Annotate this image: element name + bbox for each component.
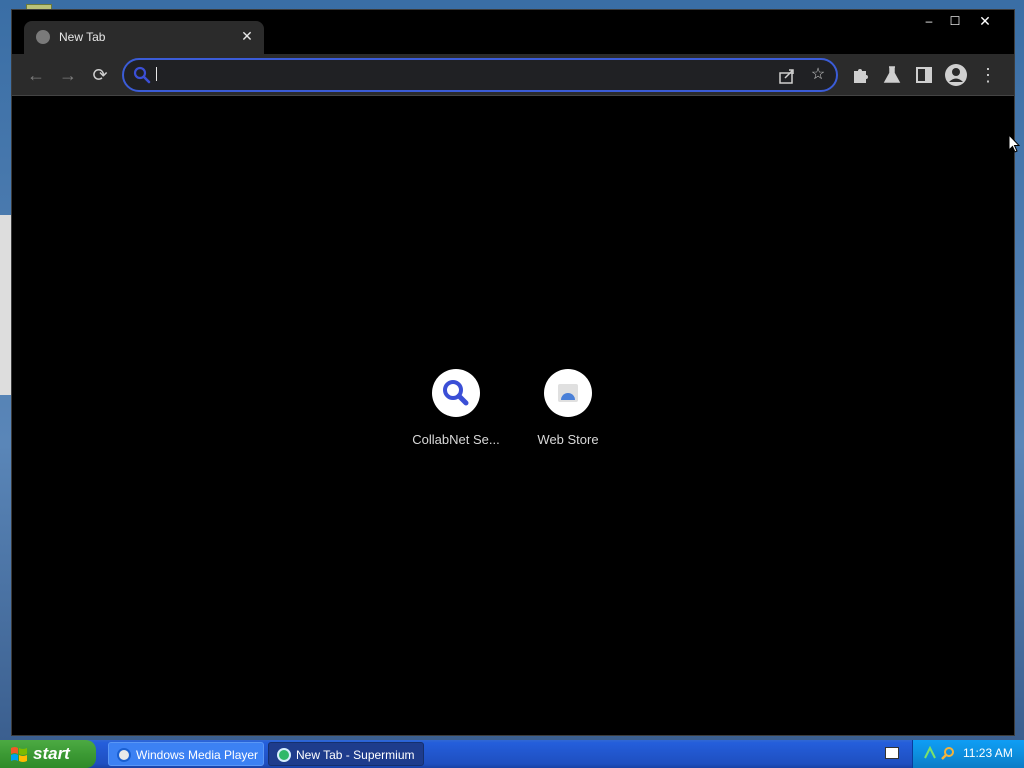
start-label: start bbox=[33, 744, 70, 763]
minimize-button[interactable]: – bbox=[916, 12, 942, 30]
close-window-button[interactable]: ✕ bbox=[972, 12, 998, 30]
tab-title: New Tab bbox=[59, 30, 106, 44]
mouse-cursor-icon bbox=[1008, 134, 1020, 153]
forward-button[interactable]: → bbox=[56, 63, 80, 87]
windows-flag-icon bbox=[11, 747, 27, 762]
shortcut-label: CollabNet Se... bbox=[412, 432, 500, 447]
media-player-icon bbox=[117, 748, 131, 762]
share-icon[interactable] bbox=[778, 67, 796, 85]
tab-new-tab[interactable]: New Tab ✕ bbox=[24, 21, 264, 55]
bookmark-star-icon[interactable]: ☆ bbox=[808, 65, 828, 85]
browser-toolbar: ← → ⟳ ☆ ⋮ bbox=[12, 54, 1014, 96]
taskbar-item-label: Windows Media Player bbox=[136, 748, 259, 762]
text-caret bbox=[156, 67, 157, 81]
back-button[interactable]: ← bbox=[24, 63, 48, 87]
keyboard-layout-icon[interactable] bbox=[885, 747, 899, 759]
tab-close-button[interactable]: ✕ bbox=[238, 27, 256, 45]
shortcut-label: Web Store bbox=[537, 432, 599, 447]
search-icon bbox=[443, 380, 469, 406]
browser-window: New Tab ✕ – ☐ ✕ ← → ⟳ ☆ ⋮ CollabNet Se..… bbox=[11, 9, 1015, 736]
labs-flask-icon[interactable] bbox=[880, 63, 904, 87]
shortcut-tile-web-store[interactable]: Web Store bbox=[512, 369, 624, 465]
taskbar: start Windows Media Player New Tab - Sup… bbox=[0, 740, 1024, 768]
side-panel-icon[interactable] bbox=[912, 63, 936, 87]
title-bar: New Tab ✕ – ☐ ✕ bbox=[12, 10, 1014, 55]
clock: 11:23 AM bbox=[963, 746, 1013, 760]
system-tray: 11:23 AM bbox=[885, 740, 1024, 768]
start-button[interactable]: start bbox=[0, 740, 96, 768]
shortcut-icon-wrapper bbox=[432, 369, 480, 417]
new-tab-page: CollabNet Se... Web Store bbox=[12, 97, 1014, 735]
network-icon[interactable] bbox=[923, 746, 937, 760]
taskbar-item-browser[interactable]: New Tab - Supermium bbox=[268, 742, 424, 766]
extensions-icon[interactable] bbox=[848, 63, 872, 87]
webstore-icon bbox=[558, 384, 578, 402]
shortcut-icon-wrapper bbox=[544, 369, 592, 417]
menu-kebab-icon[interactable]: ⋮ bbox=[976, 63, 1000, 87]
address-input[interactable] bbox=[154, 65, 774, 85]
reload-button[interactable]: ⟳ bbox=[88, 63, 112, 87]
taskbar-item-label: New Tab - Supermium bbox=[296, 748, 415, 762]
shortcut-tile-collabnet[interactable]: CollabNet Se... bbox=[400, 369, 512, 465]
browser-icon bbox=[277, 748, 291, 762]
globe-icon bbox=[36, 30, 50, 44]
address-bar[interactable]: ☆ bbox=[122, 58, 838, 92]
taskbar-item-media-player[interactable]: Windows Media Player bbox=[108, 742, 264, 766]
profile-avatar-icon[interactable] bbox=[944, 63, 968, 87]
search-icon bbox=[133, 66, 151, 84]
search-tray-icon[interactable] bbox=[941, 746, 955, 760]
maximize-button[interactable]: ☐ bbox=[942, 12, 968, 30]
